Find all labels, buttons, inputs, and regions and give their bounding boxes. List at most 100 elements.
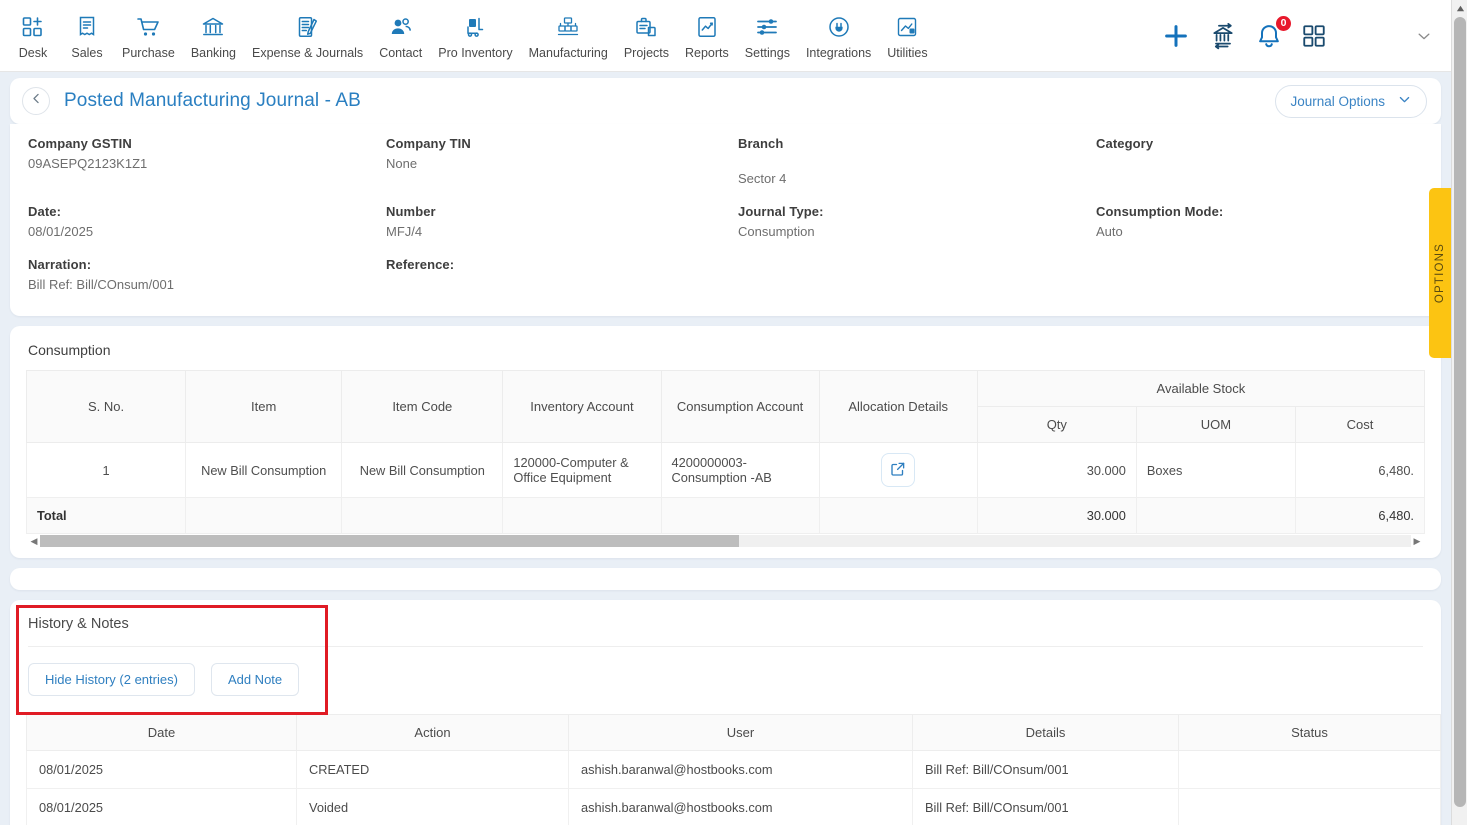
field-company-tin: Company TIN None [386,136,738,188]
field-label: Narration: [28,257,92,272]
field-value: 09ASEPQ2123K1Z1 [28,156,148,171]
col-group-available-stock: Available Stock [976,370,1426,407]
cell-date: 08/01/2025 [26,750,297,789]
meta-row-3: Narration: Bill Ref: Bill/COnsum/001 Ref… [28,241,1423,294]
scroll-left-arrow-icon[interactable]: ◀ [28,536,40,547]
field-branch: Branch Sector 4 [738,136,1096,188]
field-value: Sector 4 [738,171,787,186]
add-plus-icon[interactable] [1161,21,1191,51]
field-label: Number [386,204,436,219]
consumption-table: S. No. Item Item Code Inventory Account … [25,370,1426,534]
nav-item-integrations[interactable]: Integrations [798,7,879,64]
contact-people-icon [389,13,413,41]
scrollbar-up-arrow-icon[interactable] [1452,0,1467,17]
nav-label: Purchase [122,46,175,60]
consumption-header-row-1: S. No. Item Item Code Inventory Account … [25,370,1426,443]
col-uom: UOM [1135,406,1297,443]
chevron-down-icon [1397,92,1412,110]
journal-options-button[interactable]: Journal Options [1275,84,1427,118]
field-number: Number MFJ/4 [386,204,738,241]
app-viewport: Desk Sales Purchase Banking Expense & Jo… [0,0,1467,825]
col-consumption-account: Consumption Account [660,370,820,443]
total-label: Total [25,497,187,534]
nav-label: Integrations [805,46,872,60]
topbar-expand-chevron-down-icon[interactable] [1415,27,1433,45]
journal-options-label: Journal Options [1290,93,1385,109]
nav-label: Manufacturing [528,46,608,60]
page-title-bar: Posted Manufacturing Journal - AB Journa… [10,78,1441,124]
cell-details: Bill Ref: Bill/COnsum/001 [912,750,1179,789]
browser-scrollbar[interactable] [1451,0,1467,825]
field-value: Bill Ref: Bill/COnsum/001 [28,277,174,292]
spacer-card [10,568,1441,590]
allocation-details-button[interactable] [881,453,916,487]
back-chevron-icon [29,91,44,111]
journal-header-details: Company GSTIN 09ASEPQ2123K1Z1 Company TI… [10,124,1441,316]
consumption-section-title: Consumption [28,342,111,358]
history-header-row: Date Action User Details Status [26,714,1441,751]
scrollbar-track[interactable] [40,535,1411,547]
sales-receipt-icon [75,13,99,41]
col-cost: Cost [1295,406,1425,443]
nav-item-settings[interactable]: Settings [737,7,798,64]
col-item: Item [185,370,343,443]
consumption-horizontal-scrollbar[interactable]: ◀ ▶ [26,534,1425,548]
history-table-wrapper: Date Action User Details Status 08/01/20… [10,714,1441,825]
top-module-toolbar: Desk Sales Purchase Banking Expense & Jo… [0,0,1451,72]
nav-label: Contact [379,46,423,60]
notification-bell-icon[interactable]: 0 [1255,14,1292,50]
apps-grid-icon[interactable] [1301,23,1327,49]
projects-briefcase-icon [634,13,658,41]
nav-item-utilities[interactable]: Utilities [879,7,935,64]
field-label: Company GSTIN [28,136,132,151]
history-header: History & Notes [10,600,1441,647]
history-table: Date Action User Details Status 08/01/20… [26,714,1441,825]
consumption-table-wrapper: S. No. Item Item Code Inventory Account … [10,370,1441,534]
cell-sno: 1 [25,442,187,498]
bank-transfer-icon[interactable] [1209,22,1237,50]
nav-item-purchase[interactable]: Purchase [114,7,183,64]
topbar-actions: 0 [1161,14,1437,51]
history-buttons: Hide History (2 entries) Add Note [10,647,1441,714]
options-side-tab[interactable]: OPTIONS [1429,188,1451,358]
nav-item-reports[interactable]: Reports [677,7,737,64]
nav-item-pro-inventory[interactable]: Pro Inventory [430,7,520,64]
nav-item-expense-journals[interactable]: Expense & Journals [244,7,371,64]
nav-label: Settings [744,46,790,60]
back-button[interactable] [22,87,50,115]
purchase-cart-icon [136,13,161,41]
nav-item-projects[interactable]: Projects [616,7,677,64]
utilities-tools-icon [895,13,919,41]
cell-action: Voided [296,788,569,825]
nav-item-sales[interactable]: Sales [60,7,114,64]
cell-item-link[interactable]: New Bill Consumption [185,442,343,498]
nav-item-banking[interactable]: Banking [183,7,244,64]
cell-inventory-account: 120000-Computer & Office Equipment [502,442,662,498]
nav-item-desk[interactable]: Desk [6,7,60,64]
add-note-button[interactable]: Add Note [210,663,300,696]
total-qty: 30.000 [976,497,1137,534]
cell-uom: Boxes [1135,442,1297,498]
hide-history-button[interactable]: Hide History (2 entries) [28,663,195,696]
cell-status [1178,788,1441,825]
scroll-right-arrow-icon[interactable]: ▶ [1411,536,1423,547]
nav-label: Projects [623,46,669,60]
nav-item-manufacturing[interactable]: Manufacturing [521,7,616,64]
field-category: Category [1096,136,1423,188]
desk-grid-plus-icon [21,13,45,41]
notification-badge: 0 [1275,14,1292,32]
integrations-plug-icon [827,13,851,41]
col-allocation-details: Allocation Details [818,370,978,443]
cell-consumption-account: 4200000003-Consumption -AB [660,442,820,498]
scrollbar-thumb[interactable] [40,535,740,547]
field-value: None [386,156,418,171]
expense-journal-book-icon [296,13,320,41]
total-cost: 6,480. [1295,497,1425,534]
field-reference: Reference: [386,257,738,294]
browser-scrollbar-thumb[interactable] [1454,17,1466,807]
nav-item-contact[interactable]: Contact [371,7,430,64]
table-row: 08/01/2025 CREATED ashish.baranwal@hostb… [26,750,1441,789]
field-label: Branch [738,136,784,151]
settings-sliders-icon [755,13,779,41]
nav-label: Expense & Journals [252,46,364,60]
